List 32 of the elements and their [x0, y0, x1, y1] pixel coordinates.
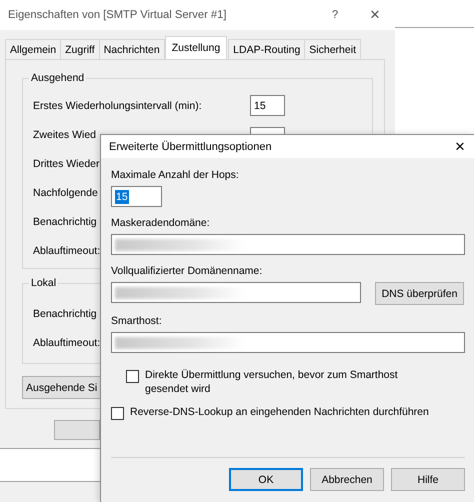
window-title: Eigenschaften von [SMTP Virtual Server #1] — [8, 9, 228, 21]
field-label: Benachrichtig — [33, 308, 97, 320]
field-label: Vollqualifizierter Domänenname: — [111, 265, 264, 278]
help-button[interactable]: ? — [315, 9, 355, 21]
field-label: Benachrichtig — [33, 216, 97, 228]
cancel-button[interactable]: Abbrechen — [310, 468, 384, 491]
tab[interactable]: Nachrichten — [98, 39, 165, 59]
tab[interactable]: LDAP-Routing — [228, 39, 306, 59]
tab[interactable]: Zustellung — [164, 36, 228, 59]
close-button[interactable]: × — [445, 136, 474, 156]
close-button[interactable]: × — [355, 5, 395, 25]
field-label: Zweites Wied — [33, 128, 96, 140]
checkbox-label: Direkte Übermittlung versuchen, bevor zum Smarthost gesendet wird — [145, 368, 399, 396]
field-label: Smarthost: — [111, 315, 163, 328]
security-button[interactable]: Ausgehende Si — [22, 376, 100, 399]
field-label: Maskeradendomäne: — [111, 217, 211, 230]
input-field[interactable]: 15 — [250, 95, 285, 116]
dns-check-button[interactable]: DNS überprüfen — [375, 282, 464, 305]
field-label: Ablauftimeout: — [33, 244, 100, 256]
field-label: Ablauftimeout: — [33, 336, 100, 348]
input-field[interactable]: 15 — [111, 186, 162, 207]
checkbox-label: Reverse-DNS-Lookup an eingehenden Nachrichten durchführen — [130, 405, 430, 419]
tab[interactable]: Sicherheit — [304, 39, 361, 59]
ok-button[interactable]: OK — [229, 468, 303, 491]
field-label: Drittes Wieder — [33, 158, 100, 170]
field-label: Nachfolgende — [33, 186, 98, 198]
group-title: Ausgehend — [29, 71, 86, 85]
dialog-title: Erweiterte Übermittlungsoptionen — [109, 140, 273, 152]
field-label: Erstes Wiederholungsintervall (min): — [33, 100, 202, 112]
field-label: Maximale Anzahl der Hops: — [111, 169, 240, 182]
tab[interactable]: Allgemein — [5, 39, 62, 59]
help-button[interactable]: Hilfe — [391, 468, 465, 491]
